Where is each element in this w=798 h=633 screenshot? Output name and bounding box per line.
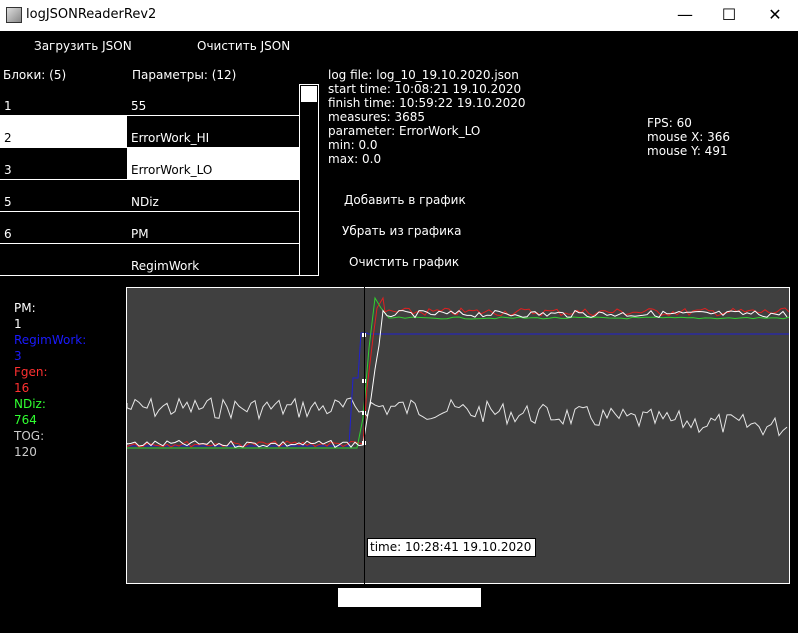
param-item-label: PM: [131, 227, 149, 241]
param-item[interactable]: NDiz: [127, 180, 319, 212]
mouse-x-readout: mouse X: 366: [647, 130, 731, 144]
clear-json-button[interactable]: Очистить JSON: [197, 39, 290, 53]
fps-readout: FPS: 60: [647, 116, 692, 130]
param-item-label: ErrorWork_LO: [131, 163, 213, 177]
param-item[interactable]: RegimWork: [127, 244, 319, 276]
param-item[interactable]: ErrorWork_LO: [127, 148, 319, 180]
window-title: logJSONReaderRev2: [26, 7, 157, 22]
block-item[interactable]: 2: [0, 116, 127, 148]
remove-from-chart-button[interactable]: Убрать из графика: [342, 224, 462, 238]
start-time: start time: 10:08:21 19.10.2020: [328, 82, 522, 96]
title-bar: logJSONReaderRev2 — ☐ ✕: [0, 0, 798, 31]
block-item-label: 5: [4, 195, 12, 209]
log-info: log file: log_10_19.10.2020.json start t…: [328, 68, 526, 166]
legend-value: 1: [14, 317, 22, 331]
block-item[interactable]: 6: [0, 212, 127, 244]
add-to-chart-button[interactable]: Добавить в график: [344, 193, 466, 207]
finish-time: finish time: 10:59:22 19.10.2020: [328, 96, 526, 110]
pm-trace: [126, 309, 788, 448]
param-item-label: RegimWork: [131, 259, 200, 273]
time-cursor-line: [364, 287, 365, 587]
param-item-label: ErrorWork_HI: [131, 131, 210, 145]
tog-trace: [126, 397, 788, 437]
bottom-input-box[interactable]: [338, 588, 481, 607]
param-item[interactable]: PM: [127, 212, 319, 244]
mouse-y-readout: mouse Y: 491: [647, 144, 728, 158]
block-item-label: 2: [4, 131, 12, 145]
app-icon: [6, 7, 22, 23]
legend-label: NDiz:: [14, 397, 46, 411]
block-item-label: 6: [4, 227, 12, 241]
block-item-label: 1: [4, 99, 12, 113]
param-item[interactable]: ErrorWork_HI: [127, 116, 319, 148]
close-button[interactable]: ✕: [752, 0, 798, 31]
clear-chart-button[interactable]: Очистить график: [349, 255, 459, 269]
param-item-label: NDiz: [131, 195, 159, 209]
scrollbar-thumb[interactable]: [301, 86, 317, 102]
parameter: parameter: ErrorWork_LO: [328, 124, 481, 138]
block-item-label: 3: [4, 163, 12, 177]
max-value: max: 0.0: [328, 152, 382, 166]
block-item[interactable]: 1: [0, 84, 127, 116]
param-item-label: 55: [131, 99, 147, 113]
params-header: Параметры: (12): [132, 68, 237, 82]
load-json-button[interactable]: Загрузить JSON: [34, 39, 132, 53]
chart-legend: PM: 1 RegimWork: 3 Fgen: 16 NDiz: 764 TOG: 120: [14, 300, 86, 460]
regimwork-trace: [127, 332, 789, 447]
params-list[interactable]: 55 ErrorWork_HI ErrorWork_LO NDiz PM RegimWor…: [127, 84, 319, 276]
measures: measures: 3685: [328, 110, 425, 124]
time-tooltip: time: 10:28:41 19.10.2020: [367, 538, 536, 557]
min-value: min: 0.0: [328, 138, 378, 152]
legend-value: 3: [14, 349, 22, 363]
block-item[interactable]: [0, 244, 127, 276]
blocks-list[interactable]: 1 2 3 5 6: [0, 84, 127, 276]
status-panel: FPS: 60 mouse X: 366 mouse Y: 491: [647, 116, 730, 158]
blocks-header: Блоки: (5): [3, 68, 67, 82]
legend-label: Fgen:: [14, 365, 48, 379]
legend-value: 16: [14, 381, 30, 395]
block-item[interactable]: 3: [0, 148, 127, 180]
legend-label: RegimWork:: [14, 333, 87, 347]
legend-label: PM:: [14, 301, 36, 315]
minimize-button[interactable]: —: [662, 0, 708, 31]
legend-value: 764: [14, 413, 37, 427]
param-item[interactable]: 55: [127, 84, 319, 116]
maximize-button[interactable]: ☐: [706, 0, 752, 31]
log-file: log file: log_10_19.10.2020.json: [328, 68, 519, 82]
legend-label: TOG:: [14, 429, 45, 443]
legend-value: 120: [14, 445, 37, 459]
params-scrollbar[interactable]: [299, 84, 319, 276]
block-item[interactable]: 5: [0, 180, 127, 212]
